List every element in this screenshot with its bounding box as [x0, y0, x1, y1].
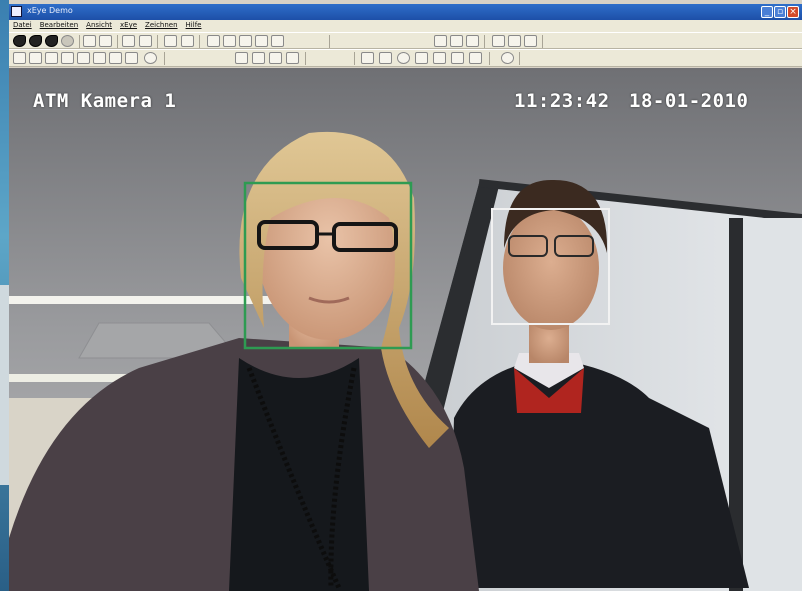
fill-icon[interactable]	[433, 52, 446, 64]
alarm-icon[interactable]	[492, 35, 505, 47]
view-single-icon[interactable]	[13, 52, 26, 64]
app-icon	[11, 6, 22, 17]
camera-label: ATM Kamera 1	[33, 90, 177, 112]
monitor-3-icon[interactable]	[93, 52, 106, 64]
zoom-region-icon[interactable]	[239, 35, 252, 47]
camera-start-icon[interactable]	[29, 35, 42, 47]
save-icon[interactable]	[83, 35, 96, 47]
main-toolbar	[9, 32, 802, 49]
eraser-icon[interactable]	[469, 52, 482, 64]
line-icon[interactable]	[379, 52, 392, 64]
camera-view[interactable]: ATM Kamera 1 11:23:42 18-01-2010	[9, 68, 802, 591]
drawing-toolbar	[9, 49, 802, 67]
toolbar-separator	[519, 52, 520, 65]
toolbar-separator	[199, 35, 200, 48]
pin-icon[interactable]	[235, 52, 248, 64]
track-icon[interactable]	[181, 35, 194, 47]
maximize-button[interactable]: ▫	[774, 6, 786, 18]
camera-frame-image	[9, 68, 802, 591]
color-picker-icon[interactable]	[501, 52, 514, 64]
snapshot-icon[interactable]	[139, 35, 152, 47]
toolbar-separator	[484, 35, 485, 48]
toolbar-separator	[79, 35, 80, 48]
graph-icon[interactable]	[223, 35, 236, 47]
close-button[interactable]: ×	[787, 6, 799, 18]
camera-connect-icon[interactable]	[13, 35, 26, 47]
menu-datei[interactable]: Datei	[9, 20, 36, 29]
desktop-background-strip	[0, 0, 9, 591]
desktop-panel	[0, 285, 9, 485]
filter-icon[interactable]	[508, 35, 521, 47]
playback-icon[interactable]	[286, 52, 299, 64]
menu-hilfe[interactable]: Hilfe	[182, 20, 206, 29]
menu-bar: Datei Bearbeiten Ansicht xEye Zeichnen Hilfe	[9, 20, 802, 32]
minimize-button[interactable]: _	[761, 6, 773, 18]
toolbar-separator	[542, 35, 543, 48]
app-window: xEye Demo _ ▫ × Datei Bearbeiten Ansicht xE…	[9, 0, 802, 591]
monitor-2-icon[interactable]	[77, 52, 90, 64]
print-icon[interactable]	[99, 35, 112, 47]
camera-icon[interactable]	[252, 52, 265, 64]
face-search-icon[interactable]	[466, 35, 479, 47]
window-title: xEye Demo	[27, 6, 73, 15]
clock-icon[interactable]	[144, 52, 157, 64]
toolbar-separator	[489, 52, 490, 65]
export-icon[interactable]	[524, 35, 537, 47]
camera-stop-icon[interactable]	[45, 35, 58, 47]
monitor-5-icon[interactable]	[125, 52, 138, 64]
histogram-icon[interactable]	[207, 35, 220, 47]
timestamp-date: 18-01-2010	[629, 90, 749, 112]
menu-bearbeiten[interactable]: Bearbeiten	[36, 20, 82, 29]
magnifier-icon[interactable]	[255, 35, 268, 47]
rectangle-icon[interactable]	[415, 52, 428, 64]
monitor-4-icon[interactable]	[109, 52, 122, 64]
circle-icon[interactable]	[397, 52, 410, 64]
face-compare-icon[interactable]	[450, 35, 463, 47]
title-bar: xEye Demo _ ▫ ×	[9, 4, 802, 20]
toolbar-separator	[117, 35, 118, 48]
face-icon[interactable]	[434, 35, 447, 47]
pencil-icon[interactable]	[361, 52, 374, 64]
menu-ansicht[interactable]: Ansicht	[82, 20, 116, 29]
detect-icon[interactable]	[164, 35, 177, 47]
toolbar-separator	[354, 52, 355, 65]
toolbar-separator	[157, 35, 158, 48]
timestamp-time: 11:23:42	[514, 90, 610, 112]
record-icon[interactable]	[269, 52, 282, 64]
grid-icon[interactable]	[271, 35, 284, 47]
menu-zeichnen[interactable]: Zeichnen	[141, 20, 182, 29]
camera-settings-icon[interactable]	[61, 35, 74, 47]
toolbar-separator	[329, 35, 330, 48]
menu-xeye[interactable]: xEye	[116, 20, 141, 29]
toolbar-separator	[305, 52, 306, 65]
copy-icon[interactable]	[122, 35, 135, 47]
monitor-icon[interactable]	[61, 52, 74, 64]
view-grid-icon[interactable]	[45, 52, 58, 64]
text-icon[interactable]	[451, 52, 464, 64]
toolbar-separator	[164, 52, 165, 65]
view-quad-icon[interactable]	[29, 52, 42, 64]
